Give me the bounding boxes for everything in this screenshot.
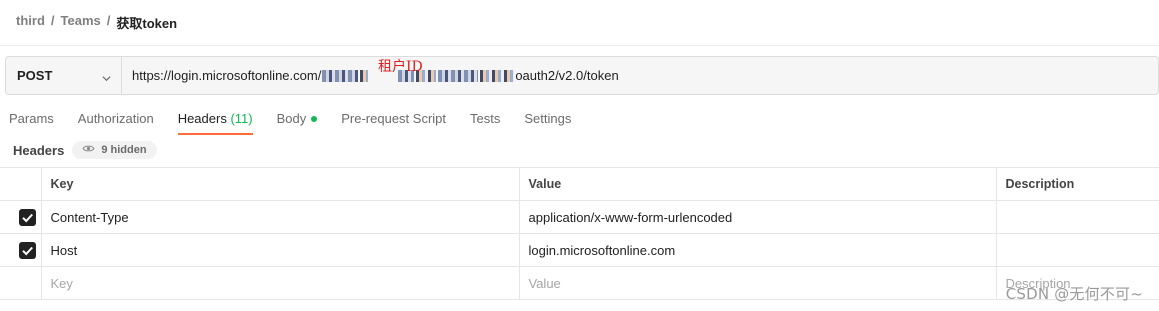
method-label: POST: [17, 68, 53, 83]
headers-subheader: Headers 9 hidden: [13, 141, 157, 159]
table-row: Content-Type application/x-www-form-urle…: [0, 200, 1159, 234]
tab-authorization[interactable]: Authorization: [78, 108, 154, 134]
redacted-tenant-id: [360, 69, 369, 82]
method-select[interactable]: POST: [6, 57, 122, 94]
breadcrumb: third / Teams / 获取token: [16, 13, 177, 32]
divider: [0, 45, 1159, 46]
column-header-description: Description: [996, 167, 1159, 201]
tab-settings[interactable]: Settings: [524, 108, 571, 134]
headers-table: Key Value Description Content-Type appli…: [0, 167, 1159, 300]
column-header-value: Value: [519, 167, 997, 201]
table-row: Host login.microsoftonline.com: [0, 233, 1159, 267]
header-checkbox-cell: [0, 167, 42, 201]
request-bar: POST https://login.microsoftonline.com/ …: [5, 56, 1159, 95]
column-header-key: Key: [41, 167, 520, 201]
new-value-input[interactable]: Value: [519, 266, 997, 300]
url-prefix: https://login.microsoftonline.com/: [132, 68, 322, 83]
header-key-cell[interactable]: Content-Type: [41, 200, 520, 234]
header-value-cell[interactable]: application/x-www-form-urlencoded: [519, 200, 997, 234]
breadcrumb-item-third[interactable]: third: [16, 13, 45, 32]
hidden-headers-toggle[interactable]: 9 hidden: [72, 141, 157, 159]
url-suffix: oauth2/v2.0/token: [515, 68, 619, 83]
body-indicator-dot: [311, 115, 318, 122]
new-key-input[interactable]: Key: [41, 266, 520, 300]
tab-headers[interactable]: Headers (11): [177, 108, 253, 135]
request-name[interactable]: 获取token: [116, 13, 177, 32]
header-value-cell[interactable]: login.microsoftonline.com: [519, 233, 997, 267]
checkbox-checked-icon[interactable]: [19, 208, 36, 226]
watermark: CSDN @无何不可~: [1005, 285, 1143, 303]
redacted-tenant-id: [438, 69, 479, 82]
tab-tests[interactable]: Tests: [470, 108, 500, 134]
request-tabs: Params Authorization Headers (11) Body P…: [0, 108, 595, 135]
table-header-row: Key Value Description: [0, 167, 1159, 201]
redacted-tenant-id: [480, 69, 515, 82]
headers-count: (11): [230, 111, 253, 126]
breadcrumb-separator: /: [50, 13, 55, 28]
table-row-new: Key Value Description: [0, 266, 1159, 300]
header-key-cell[interactable]: Host: [41, 233, 520, 267]
breadcrumb-item-teams[interactable]: Teams: [61, 13, 101, 32]
checkbox-checked-icon[interactable]: [19, 241, 36, 259]
redacted-tenant-id: [322, 69, 359, 82]
tenant-id-annotation: 租户ID: [378, 59, 423, 75]
header-description-cell[interactable]: [996, 200, 1159, 234]
header-description-cell[interactable]: [996, 233, 1159, 267]
tab-body[interactable]: Body: [277, 108, 318, 134]
chevron-down-icon: [102, 71, 111, 82]
tab-pre-request-script[interactable]: Pre-request Script: [341, 108, 446, 134]
url-input[interactable]: https://login.microsoftonline.com/ oauth…: [122, 57, 1158, 94]
breadcrumb-separator: /: [106, 13, 111, 28]
hidden-headers-label: 9 hidden: [101, 144, 147, 156]
tab-params[interactable]: Params: [9, 108, 54, 134]
eye-icon: [82, 144, 95, 156]
headers-title: Headers: [13, 142, 65, 158]
